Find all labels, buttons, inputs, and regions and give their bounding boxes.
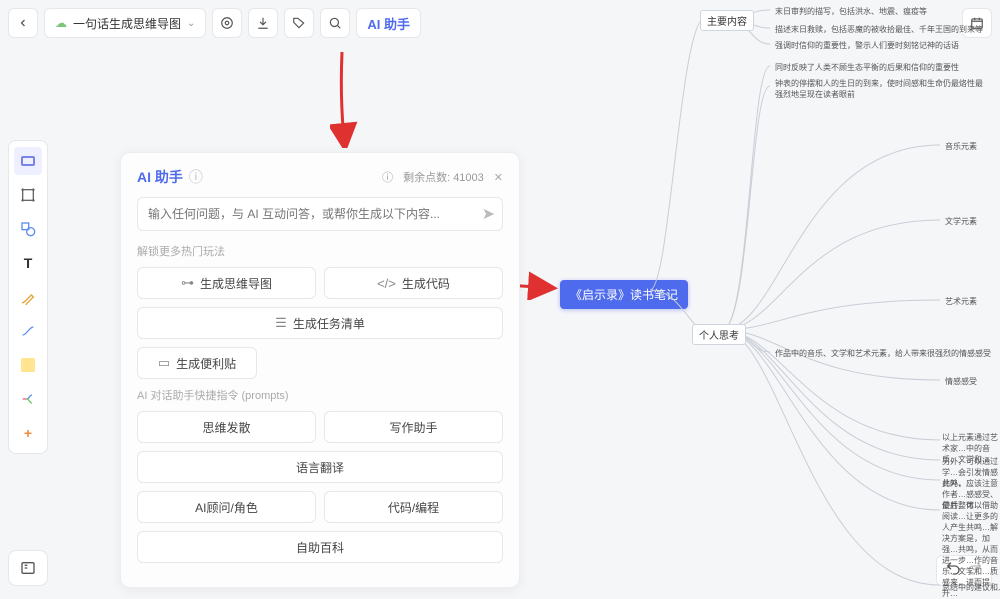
tool-outline[interactable] xyxy=(14,147,42,175)
back-button[interactable] xyxy=(8,8,38,38)
leaf-node[interactable]: 描述末日救赎，包括恶魔的被收拾最佳、千年王国的到来等 xyxy=(775,24,983,35)
category-label[interactable]: 音乐元素 xyxy=(945,141,977,152)
tool-note[interactable] xyxy=(14,351,42,379)
tool-mindmap[interactable] xyxy=(14,385,42,413)
prompt-writing[interactable]: 写作助手 xyxy=(324,411,503,443)
document-title: 一句话生成思维导图 xyxy=(73,15,181,32)
search-button[interactable] xyxy=(320,8,350,38)
leaf-node[interactable]: 钟表的停摆和人的生日的到来，使时间感和生命仍最烙性最强烈地呈现在读者眼前 xyxy=(775,78,985,100)
prompt-diverge[interactable]: 思维发散 xyxy=(137,411,316,443)
list-icon: ☰ xyxy=(275,315,287,331)
quick-mindmap[interactable]: ⊶生成思维导图 xyxy=(137,267,316,299)
leaf-node[interactable]: 同时反映了人类不顾生态平衡的后果和信仰的重要性 xyxy=(775,62,959,73)
quick-sticky[interactable]: ▭生成便利贴 xyxy=(137,347,257,379)
chevron-down-icon: ⌄ xyxy=(187,18,195,29)
leaf-node[interactable]: 末日审判的描写，包括洪水、地震、瘟疫等 xyxy=(775,6,927,17)
tool-pen[interactable] xyxy=(14,283,42,311)
top-toolbar: ☁︎ 一句话生成思维导图 ⌄ AI 助手 xyxy=(8,8,421,38)
mindmap-root-node[interactable]: 《启示录》读书笔记 xyxy=(560,280,688,309)
leaf-node[interactable]: 作品中的音乐、文学和艺术元素，给人带来很强烈的情感感受 xyxy=(775,348,991,359)
settings-button[interactable] xyxy=(212,8,242,38)
quick-code[interactable]: </>生成代码 xyxy=(324,267,503,299)
ai-assistant-button[interactable]: AI 助手 xyxy=(356,8,421,38)
ai-prompt-input[interactable] xyxy=(137,197,503,231)
info-icon: ⓘ xyxy=(382,169,393,185)
cloud-icon: ☁︎ xyxy=(55,16,67,30)
prompt-translate[interactable]: 语言翻译 xyxy=(137,451,503,483)
bottom-left-button[interactable] xyxy=(8,550,48,586)
tool-connector[interactable] xyxy=(14,317,42,345)
send-icon[interactable]: ➤ xyxy=(482,204,495,224)
category-label[interactable]: 艺术元素 xyxy=(945,296,977,307)
branch-personal-thought[interactable]: 个人思考 xyxy=(692,324,746,345)
ai-assistant-panel: AI 助手ⓘ ⓘ 剩余点数: 41003 ✕ ➤ 解锁更多热门玩法 ⊶生成思维导… xyxy=(120,152,520,588)
download-button[interactable] xyxy=(248,8,278,38)
close-icon[interactable]: ✕ xyxy=(494,171,503,184)
section-label-quick: 解锁更多热门玩法 xyxy=(137,243,503,259)
mindmap-icon: ⊶ xyxy=(181,275,194,291)
branch-main-content[interactable]: 主要内容 xyxy=(700,10,754,31)
tool-add[interactable]: + xyxy=(14,419,42,447)
section-label-prompts: AI 对话助手快捷指令 (prompts) xyxy=(137,387,503,403)
annotation-arrow-down xyxy=(330,48,360,148)
tool-text[interactable]: T xyxy=(14,249,42,277)
document-title-pill[interactable]: ☁︎ 一句话生成思维导图 ⌄ xyxy=(44,8,206,38)
quick-tasklist[interactable]: ☰生成任务清单 xyxy=(137,307,503,339)
prompt-coding[interactable]: 代码/编程 xyxy=(324,491,503,523)
leaf-node[interactable]: 强调时信仰的重要性，警示人们要时刻铭记神的话语 xyxy=(775,40,959,51)
prompt-advisor[interactable]: AI顾问/角色 xyxy=(137,491,316,523)
code-icon: </> xyxy=(377,276,396,291)
tag-button[interactable] xyxy=(284,8,314,38)
note-icon: ▭ xyxy=(158,355,170,371)
tool-frame[interactable] xyxy=(14,181,42,209)
ai-panel-title: AI 助手ⓘ xyxy=(137,167,203,187)
left-sidebar: T + xyxy=(8,140,48,454)
help-icon[interactable]: ⓘ xyxy=(189,167,203,187)
category-label[interactable]: 文学元素 xyxy=(945,216,977,227)
leaf-node[interactable]: 总结中的建议和人更… xyxy=(942,582,1000,593)
points-remaining: 剩余点数: 41003 xyxy=(403,169,484,185)
category-label[interactable]: 情感感受 xyxy=(945,376,977,387)
prompt-wiki[interactable]: 自助百科 xyxy=(137,531,503,563)
tool-shape[interactable] xyxy=(14,215,42,243)
